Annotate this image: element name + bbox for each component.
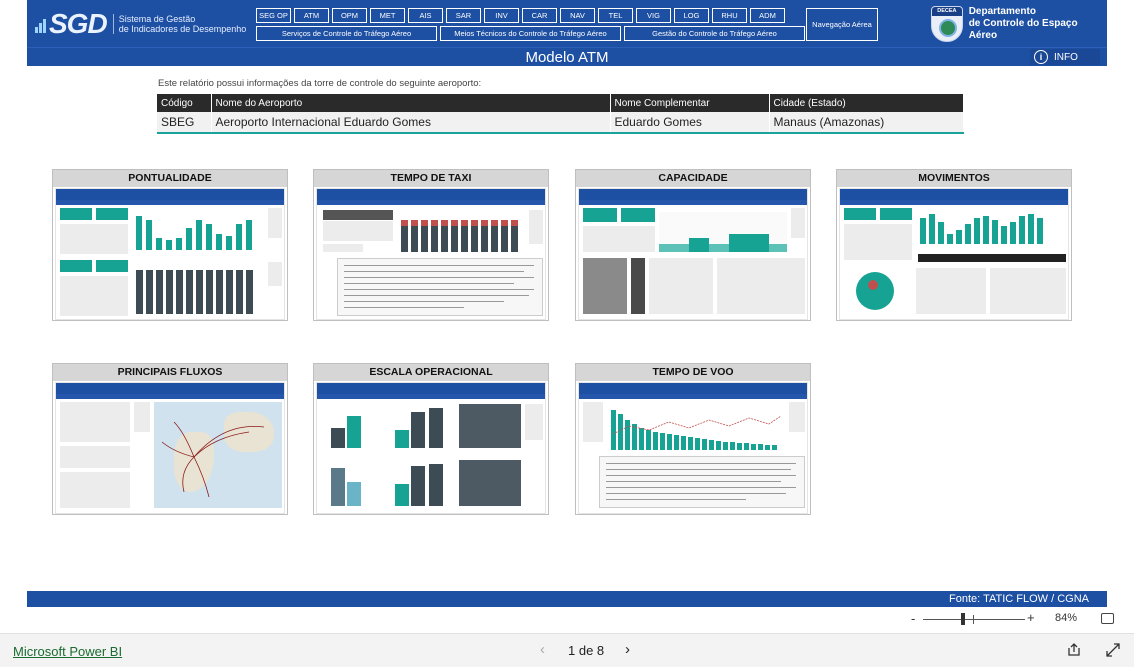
card-thumbnail	[839, 188, 1069, 320]
fit-to-page-icon[interactable]	[1101, 613, 1114, 624]
table-row[interactable]: SBEG Aeroporto Internacional Eduardo Gom…	[157, 112, 964, 134]
card-title: CAPACIDADE	[576, 170, 810, 187]
table-cell: Manaus (Amazonas)	[769, 112, 964, 134]
report-header: SGD Sistema de Gestão de Indicadores de …	[27, 0, 1107, 47]
nav-gestao-button[interactable]: Gestão do Controle do Tráfego Aéreo	[624, 26, 805, 41]
page-indicator: 1 de 8	[568, 643, 605, 658]
power-bi-link[interactable]: Microsoft Power BI	[13, 644, 122, 659]
decea-logo[interactable]: DECEA Departamento de Controle do Espaço…	[931, 6, 1107, 42]
nav-meios-tecnicos-button[interactable]: Meios Técnicos do Controle do Tráfego Aé…	[440, 26, 621, 41]
nav-seg-op-button[interactable]: SEG OP	[256, 8, 291, 23]
zoom-default-tick	[973, 615, 974, 624]
title-bar: Modelo ATM i INFO	[27, 47, 1107, 66]
nav-servicos-button[interactable]: Serviços de Controle do Tráfego Aéreo	[256, 26, 437, 41]
zoom-out-button[interactable]: -	[911, 611, 915, 626]
zoom-level: 84%	[1055, 612, 1078, 624]
card-thumbnail	[316, 188, 546, 320]
nav-log-button[interactable]: LOG	[674, 8, 709, 23]
nav-inv-button[interactable]: INV	[484, 8, 519, 23]
zoom-slider-handle[interactable]	[961, 613, 965, 625]
sgd-logo-text: Sistema de Gestão de Indicadores de Dese…	[112, 14, 246, 34]
card-thumbnail	[55, 382, 285, 514]
nav-opm-button[interactable]: OPM	[332, 8, 367, 23]
card-title: MOVIMENTOS	[837, 170, 1071, 187]
nav-adm-button[interactable]: ADM	[750, 8, 785, 23]
nav-tel-button[interactable]: TEL	[598, 8, 633, 23]
nav-nav-button[interactable]: NAV	[560, 8, 595, 23]
report-card-escala-operacional[interactable]: ESCALA OPERACIONAL	[313, 363, 549, 515]
card-thumbnail	[578, 188, 808, 320]
decea-name: Departamento de Controle do Espaço Aéreo	[968, 6, 1078, 41]
nav-met-button[interactable]: MET	[370, 8, 405, 23]
report-card-capacidade[interactable]: CAPACIDADE	[575, 169, 811, 321]
next-page-button[interactable]: ›	[625, 641, 630, 658]
info-button[interactable]: i INFO	[1030, 49, 1100, 65]
column-header: Cidade (Estado)	[769, 94, 964, 112]
sgd-logo-mark: SGD	[35, 8, 108, 40]
table-cell: SBEG	[157, 112, 212, 134]
info-label: INFO	[1054, 51, 1078, 63]
report-card-tempo-de-taxi[interactable]: TEMPO DE TAXI	[313, 169, 549, 321]
zoom-bar: - + 84%	[0, 607, 1134, 631]
card-title: PRINCIPAIS FLUXOS	[53, 364, 287, 381]
source-footer: Fonte: TATIC FLOW / CGNA	[27, 591, 1107, 607]
column-header: Nome do Aeroporto	[211, 94, 611, 112]
bottom-bar: Microsoft Power BI ‹ 1 de 8 ›	[0, 633, 1134, 667]
previous-page-button[interactable]: ‹	[540, 641, 545, 658]
report-card-tempo-de-voo[interactable]: TEMPO DE VOO	[575, 363, 811, 515]
column-header: Nome Complementar	[610, 94, 770, 112]
table-cell: Eduardo Gomes	[610, 112, 770, 134]
intro-text: Este relatório possui informações da tor…	[158, 78, 482, 89]
card-thumbnail	[578, 382, 808, 514]
card-title: ESCALA OPERACIONAL	[314, 364, 548, 381]
nav-navegacao-aerea-button[interactable]: Navegação Aérea	[806, 8, 878, 41]
area-navigation: SEG OP ATM OPM MET AIS SAR INV CAR NAV T…	[256, 8, 805, 41]
fullscreen-icon[interactable]	[1106, 643, 1120, 657]
report-card-pontualidade[interactable]: PONTUALIDADE	[52, 169, 288, 321]
zoom-slider[interactable]	[923, 619, 1025, 620]
page-title: Modelo ATM	[525, 49, 609, 66]
table-cell: Aeroporto Internacional Eduardo Gomes	[211, 112, 611, 134]
bar-chart-icon	[35, 8, 47, 40]
info-icon: i	[1034, 50, 1048, 64]
report-card-principais-fluxos[interactable]: PRINCIPAIS FLUXOS	[52, 363, 288, 515]
decea-badge-icon: DECEA	[931, 6, 963, 42]
nav-atm-button[interactable]: ATM	[294, 8, 329, 23]
report-card-movimentos[interactable]: MOVIMENTOS	[836, 169, 1072, 321]
report-stage: SGD Sistema de Gestão de Indicadores de …	[0, 0, 1134, 667]
nav-car-button[interactable]: CAR	[522, 8, 557, 23]
nav-rhu-button[interactable]: RHU	[712, 8, 747, 23]
column-header: Código	[157, 94, 212, 112]
zoom-in-button[interactable]: +	[1027, 610, 1035, 625]
airport-table: Código Nome do Aeroporto Nome Complement…	[157, 94, 964, 134]
nav-ais-button[interactable]: AIS	[408, 8, 443, 23]
sgd-logo[interactable]: SGD Sistema de Gestão de Indicadores de …	[35, 8, 246, 40]
card-title: PONTUALIDADE	[53, 170, 287, 187]
nav-sar-button[interactable]: SAR	[446, 8, 481, 23]
card-title: TEMPO DE TAXI	[314, 170, 548, 187]
nav-vig-button[interactable]: VIG	[636, 8, 671, 23]
card-title: TEMPO DE VOO	[576, 364, 810, 381]
card-thumbnail	[55, 188, 285, 320]
share-icon[interactable]	[1067, 643, 1081, 657]
card-thumbnail	[316, 382, 546, 514]
